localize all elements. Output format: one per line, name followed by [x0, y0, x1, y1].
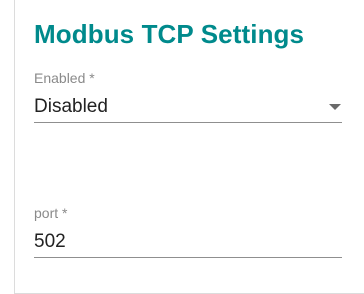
chevron-down-icon[interactable] [329, 104, 341, 110]
enabled-select[interactable]: Disabled [34, 90, 342, 123]
port-input-field[interactable]: port * 502 [34, 205, 342, 258]
port-input[interactable]: 502 [34, 225, 342, 258]
enabled-selected-value: Disabled [34, 96, 108, 117]
port-label: port * [34, 205, 68, 221]
section-title: Modbus TCP Settings [34, 19, 305, 49]
enabled-label: Enabled * [34, 70, 95, 86]
enabled-select-field[interactable]: Enabled * Disabled [34, 70, 342, 123]
port-value: 502 [34, 231, 66, 252]
